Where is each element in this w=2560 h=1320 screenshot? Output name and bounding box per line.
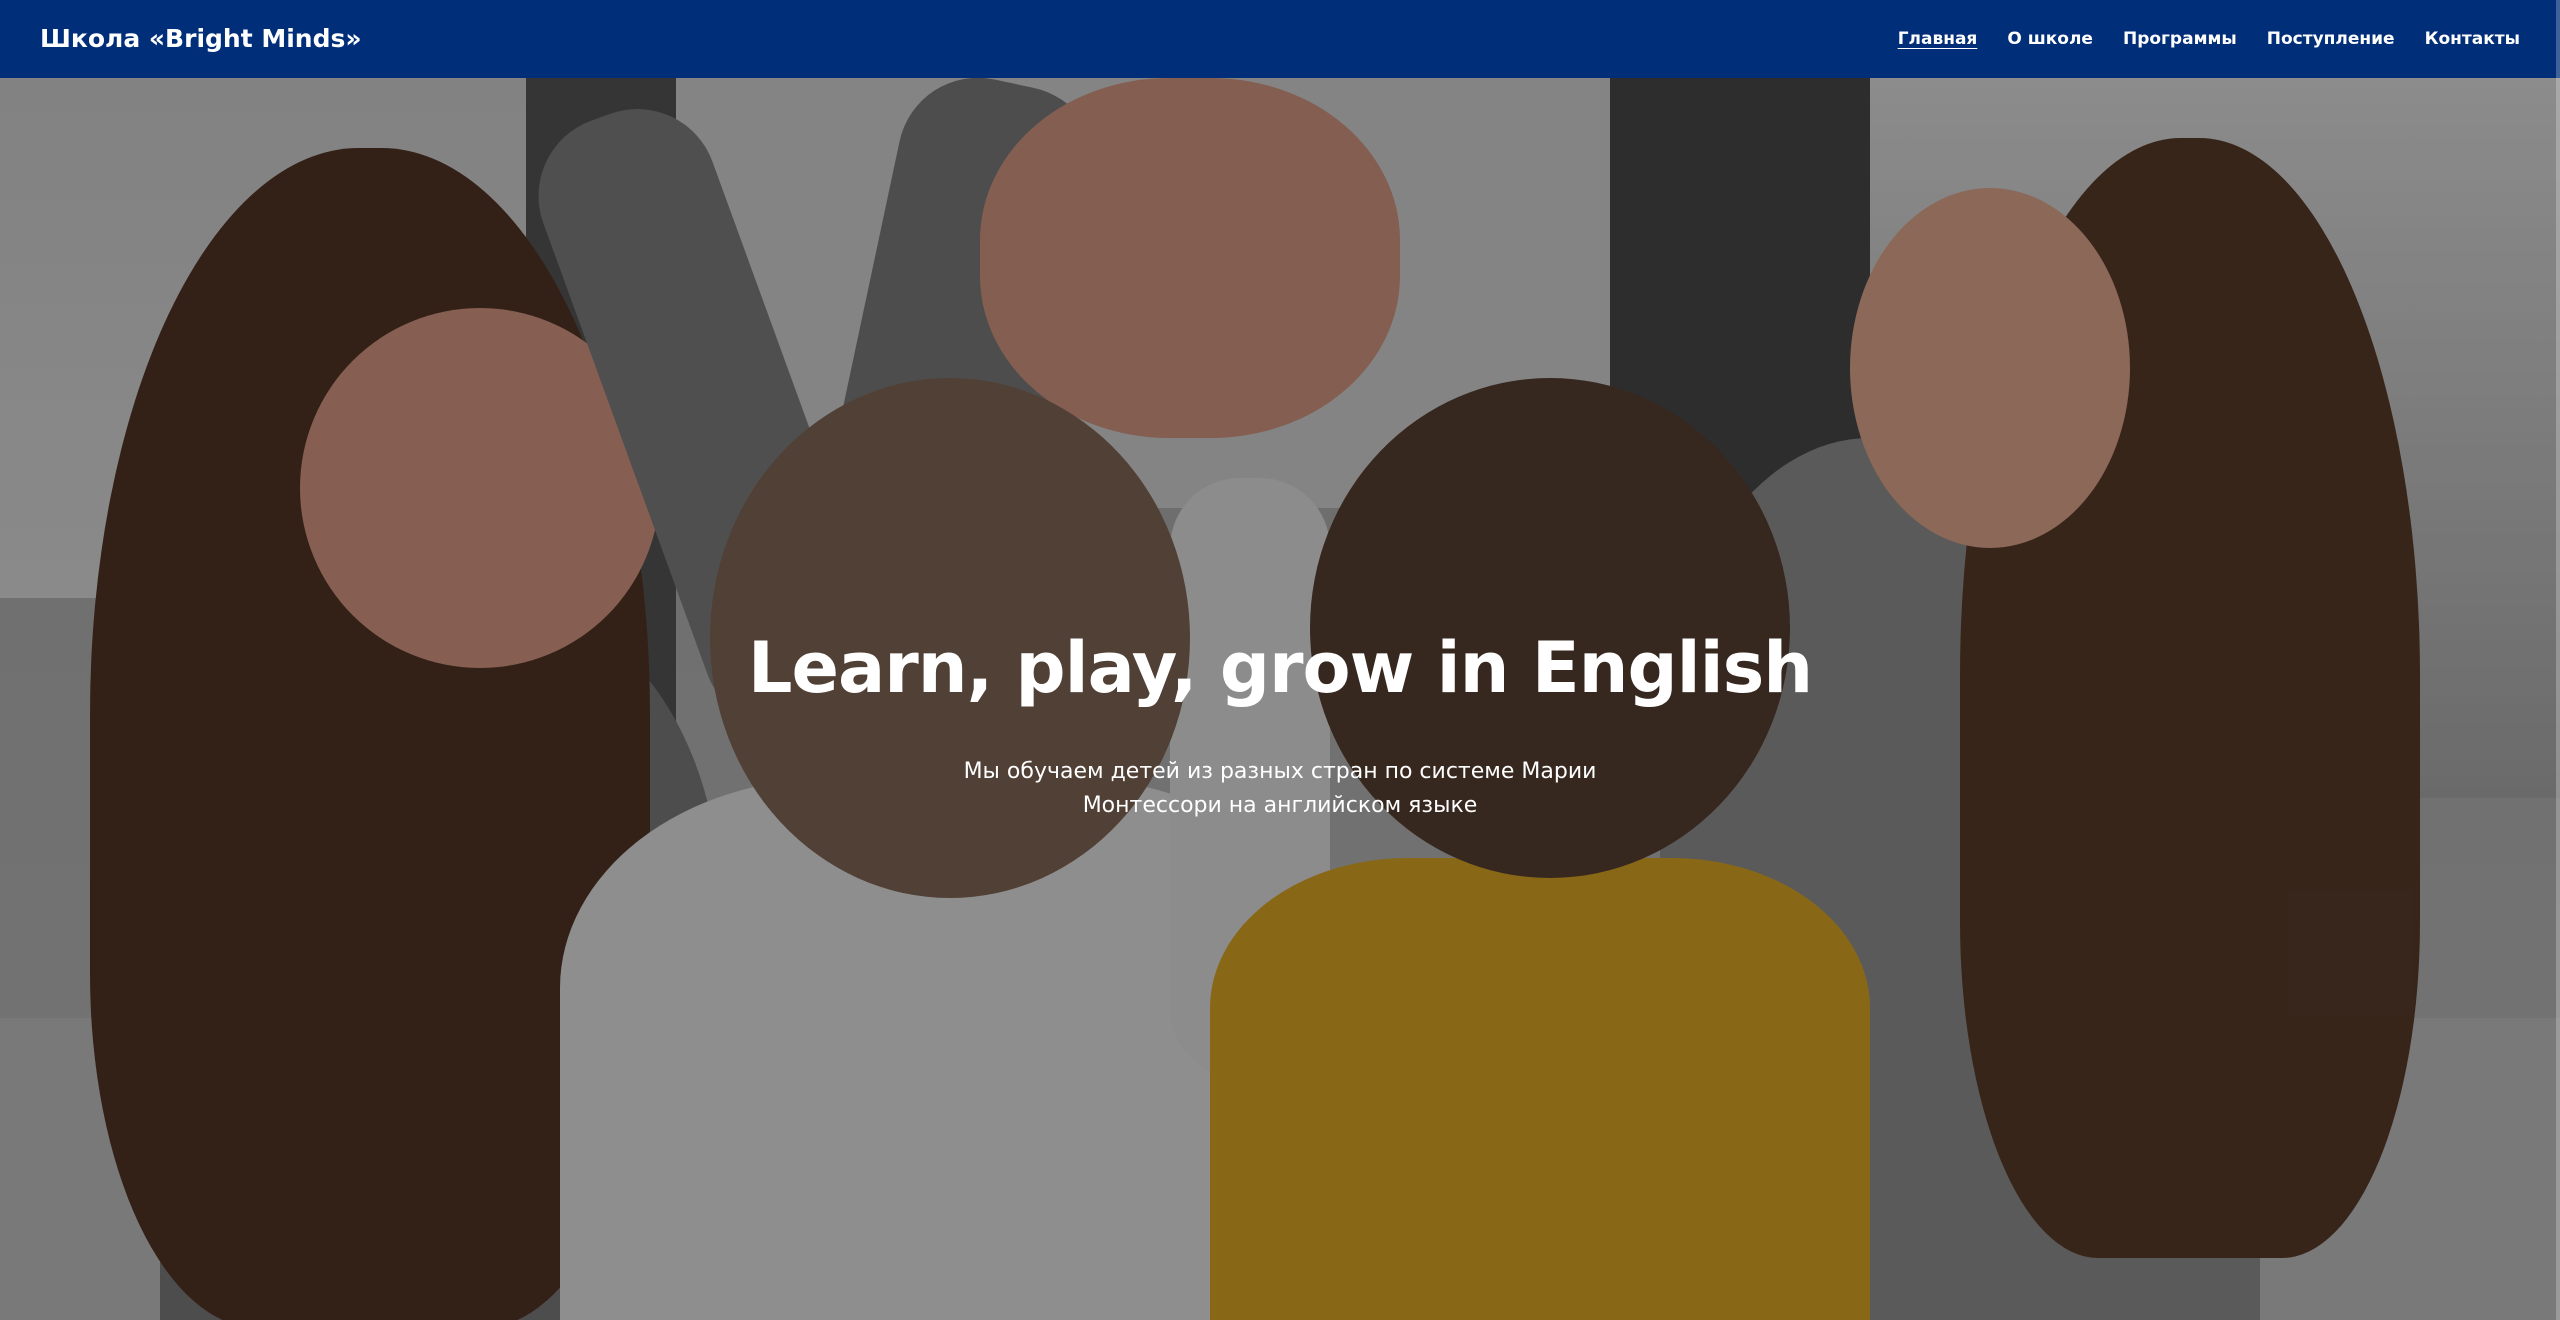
- main-navigation: Главная О школе Программы Поступление Ко…: [1898, 27, 2520, 51]
- nav-link-admission[interactable]: Поступление: [2267, 27, 2395, 51]
- nav-link-programs[interactable]: Программы: [2123, 27, 2237, 51]
- hero-subtitle: Мы обучаем детей из разных стран по сист…: [963, 759, 1597, 818]
- nav-item-admission: Поступление: [2267, 27, 2395, 51]
- nav-item-about: О школе: [2007, 27, 2093, 51]
- nav-link-about[interactable]: О школе: [2007, 27, 2093, 51]
- page: Школа «Bright Minds» Главная О школе Про…: [0, 0, 2560, 1320]
- page-scrollbar-edge[interactable]: [2556, 0, 2560, 1320]
- nav-item-programs: Программы: [2123, 27, 2237, 51]
- hero-content: Learn, play, grow in English Мы обучаем …: [0, 78, 2560, 1320]
- nav-link-contacts[interactable]: Контакты: [2425, 27, 2520, 51]
- hero-section: Learn, play, grow in English Мы обучаем …: [0, 78, 2560, 1320]
- brand-logo-link[interactable]: Школа «Bright Minds»: [40, 22, 362, 56]
- nav-item-home: Главная: [1898, 27, 1978, 51]
- hero-title: Learn, play, grow in English: [747, 627, 1813, 709]
- nav-link-home[interactable]: Главная: [1898, 27, 1978, 51]
- top-navbar: Школа «Bright Minds» Главная О школе Про…: [0, 0, 2560, 78]
- nav-item-contacts: Контакты: [2425, 27, 2520, 51]
